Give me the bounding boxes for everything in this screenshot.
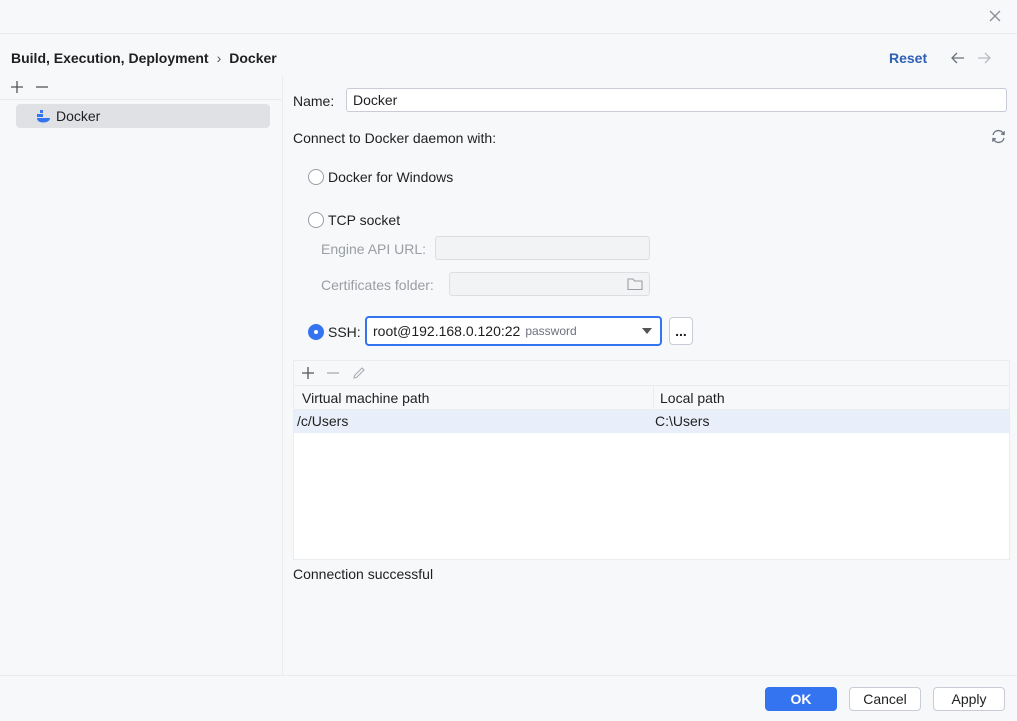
cancel-button[interactable]: Cancel [849, 687, 921, 711]
sidebar-item-label: Docker [56, 108, 101, 124]
sidebar-item-docker[interactable]: Docker [16, 104, 270, 128]
ssh-config-dropdown[interactable]: root@192.168.0.120:22 password [365, 316, 662, 346]
table-row[interactable]: /c/Users C:\Users [294, 410, 1009, 433]
breadcrumb-current: Docker [229, 50, 277, 66]
tcp-socket-radio[interactable] [308, 212, 324, 228]
chevron-down-icon [642, 328, 652, 334]
name-field[interactable]: Docker [346, 88, 1007, 112]
ssh-auth-hint: password [525, 324, 577, 338]
breadcrumb-parent[interactable]: Build, Execution, Deployment [11, 50, 209, 66]
vm-path-cell: /c/Users [297, 413, 349, 429]
name-label: Name: [293, 93, 335, 109]
ssh-radio[interactable] [308, 324, 324, 340]
breadcrumb-separator: › [216, 50, 222, 66]
remove-icon[interactable] [34, 79, 50, 95]
ssh-label[interactable]: SSH: [328, 324, 361, 340]
connection-status: Connection successful [293, 566, 434, 582]
column-header-local-path[interactable]: Local path [660, 390, 725, 406]
remove-mapping-icon[interactable] [325, 365, 341, 381]
close-icon[interactable] [987, 8, 1003, 24]
dialog-footer: OK Cancel Apply [0, 675, 1017, 721]
tcp-socket-label[interactable]: TCP socket [328, 212, 400, 228]
settings-header: Build, Execution, Deployment › Docker Re… [0, 34, 1017, 76]
column-divider[interactable] [653, 386, 654, 410]
mappings-toolbar [294, 361, 1009, 386]
connect-label: Connect to Docker daemon with: [293, 130, 497, 146]
docker-for-windows-label[interactable]: Docker for Windows [328, 169, 453, 185]
edit-mapping-icon[interactable] [351, 365, 367, 381]
ssh-config-value: root@192.168.0.120:22 [373, 323, 521, 339]
docker-for-windows-radio[interactable] [308, 169, 324, 185]
refresh-icon[interactable] [990, 128, 1007, 145]
table-header: Virtual machine path Local path [294, 386, 1009, 410]
certificates-folder-label: Certificates folder: [321, 277, 434, 293]
folder-icon [627, 277, 643, 291]
add-icon[interactable] [9, 79, 25, 95]
back-arrow-icon[interactable] [950, 51, 966, 65]
engine-api-url-label: Engine API URL: [321, 241, 427, 257]
apply-button[interactable]: Apply [933, 687, 1005, 711]
ssh-browse-button[interactable]: ... [669, 317, 693, 345]
add-mapping-icon[interactable] [300, 365, 316, 381]
docker-config-list-panel: Docker [0, 76, 283, 675]
docker-icon [37, 110, 50, 123]
local-path-cell: C:\Users [655, 413, 710, 429]
reset-button[interactable]: Reset [889, 50, 927, 66]
list-toolbar [0, 76, 283, 100]
forward-arrow-icon[interactable] [976, 51, 992, 65]
path-mappings-table: Virtual machine path Local path /c/Users… [293, 360, 1010, 560]
breadcrumb: Build, Execution, Deployment › Docker [11, 50, 277, 66]
window-titlebar [0, 0, 1017, 34]
docker-settings-form: Name: Docker Connect to Docker daemon wi… [283, 76, 1017, 675]
column-header-vm-path[interactable]: Virtual machine path [302, 390, 429, 406]
ok-button[interactable]: OK [765, 687, 837, 711]
engine-api-url-field [435, 236, 650, 260]
certificates-folder-field [449, 272, 650, 296]
